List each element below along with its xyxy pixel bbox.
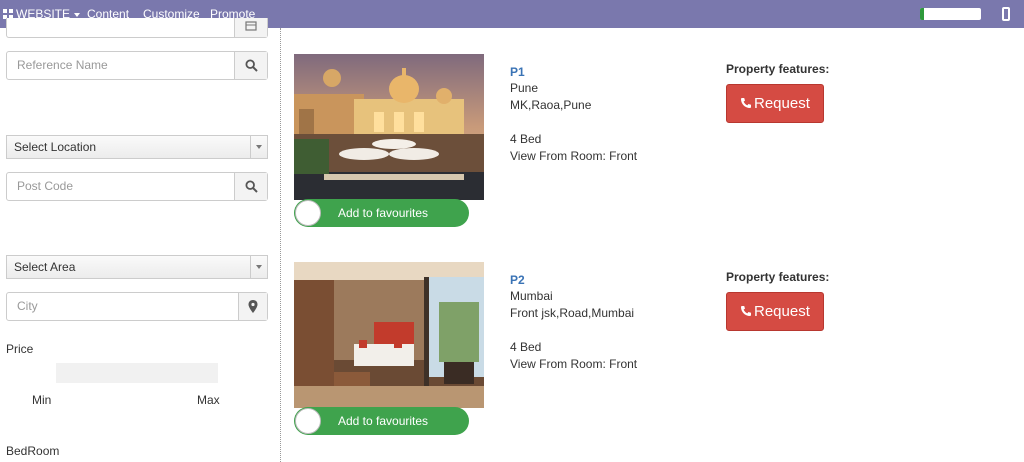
post-code-input[interactable]: Post Code	[6, 172, 268, 201]
add-to-favourites-toggle[interactable]: Add to favourites	[294, 199, 469, 227]
reference-name-placeholder: Reference Name	[17, 58, 108, 72]
price-min-label: Min	[32, 393, 52, 407]
phone-icon	[741, 306, 751, 316]
property-beds: 4 Bed	[510, 132, 542, 146]
mobile-icon[interactable]	[1002, 7, 1010, 21]
caret-down-icon	[74, 12, 81, 17]
add-to-favourites-toggle[interactable]: Add to favourites	[294, 407, 469, 435]
bedroom-photo	[294, 262, 484, 408]
area-select[interactable]: Select Area	[6, 255, 268, 279]
progress-fill	[920, 8, 924, 20]
request-label: Request	[754, 95, 810, 112]
price-max-label: Max	[197, 393, 220, 407]
post-code-placeholder: Post Code	[17, 179, 74, 193]
bedroom-label: BedRoom	[6, 444, 60, 458]
sidebar-divider	[280, 28, 281, 462]
property-beds: 4 Bed	[510, 340, 542, 354]
property-code[interactable]: P1	[510, 64, 710, 80]
search-icon	[245, 180, 258, 193]
request-button[interactable]: Request	[726, 292, 824, 331]
property-info: P2 Mumbai Front jsk,Road,Mumbai 4 Bed Vi…	[510, 272, 710, 373]
property-code[interactable]: P2	[510, 272, 710, 288]
property-card: Add to favourites P1 Pune MK,Raoa,Pune 4…	[294, 54, 994, 234]
property-card: Add to favourites P2 Mumbai Front jsk,Ro…	[294, 262, 994, 442]
reference-search-button[interactable]	[234, 52, 267, 79]
property-view: View From Room: Front	[510, 357, 638, 371]
property-photo[interactable]	[294, 54, 484, 200]
property-info: P1 Pune MK,Raoa,Pune 4 Bed View From Roo…	[510, 64, 710, 165]
add-to-favourites-label: Add to favourites	[338, 414, 429, 428]
property-features-label: Property features:	[726, 62, 830, 76]
price-range-slider[interactable]	[56, 363, 218, 383]
property-address: Front jsk,Road,Mumbai	[510, 306, 635, 320]
request-button[interactable]: Request	[726, 84, 824, 123]
map-marker-icon	[248, 300, 258, 313]
toggle-knob	[295, 200, 321, 226]
add-to-favourites-label: Add to favourites	[338, 206, 429, 220]
calendar-button[interactable]	[234, 18, 267, 37]
city-locate-button[interactable]	[238, 293, 267, 320]
property-address: MK,Raoa,Pune	[510, 98, 592, 112]
request-label: Request	[754, 303, 810, 320]
phone-icon	[741, 98, 751, 108]
property-city: Pune	[510, 81, 539, 95]
chevron-down-icon	[250, 256, 267, 278]
property-view: View From Room: Front	[510, 149, 638, 163]
toggle-knob	[295, 408, 321, 434]
price-label: Price	[6, 342, 34, 356]
area-select-value: Select Area	[14, 260, 76, 274]
date-field[interactable]	[6, 18, 268, 38]
chevron-down-icon	[250, 136, 267, 158]
property-city: Mumbai	[510, 289, 553, 303]
city-placeholder: City	[17, 299, 38, 313]
location-select-value: Select Location	[14, 140, 97, 154]
city-input[interactable]: City	[6, 292, 268, 321]
property-photo[interactable]	[294, 262, 484, 408]
reference-name-input[interactable]: Reference Name	[6, 51, 268, 80]
post-code-search-button[interactable]	[234, 173, 267, 200]
location-select[interactable]: Select Location	[6, 135, 268, 159]
calendar-icon	[245, 21, 257, 31]
palace-photo	[294, 54, 484, 200]
search-icon	[245, 59, 258, 72]
progress-bar	[920, 8, 981, 20]
property-features-label: Property features:	[726, 270, 830, 284]
